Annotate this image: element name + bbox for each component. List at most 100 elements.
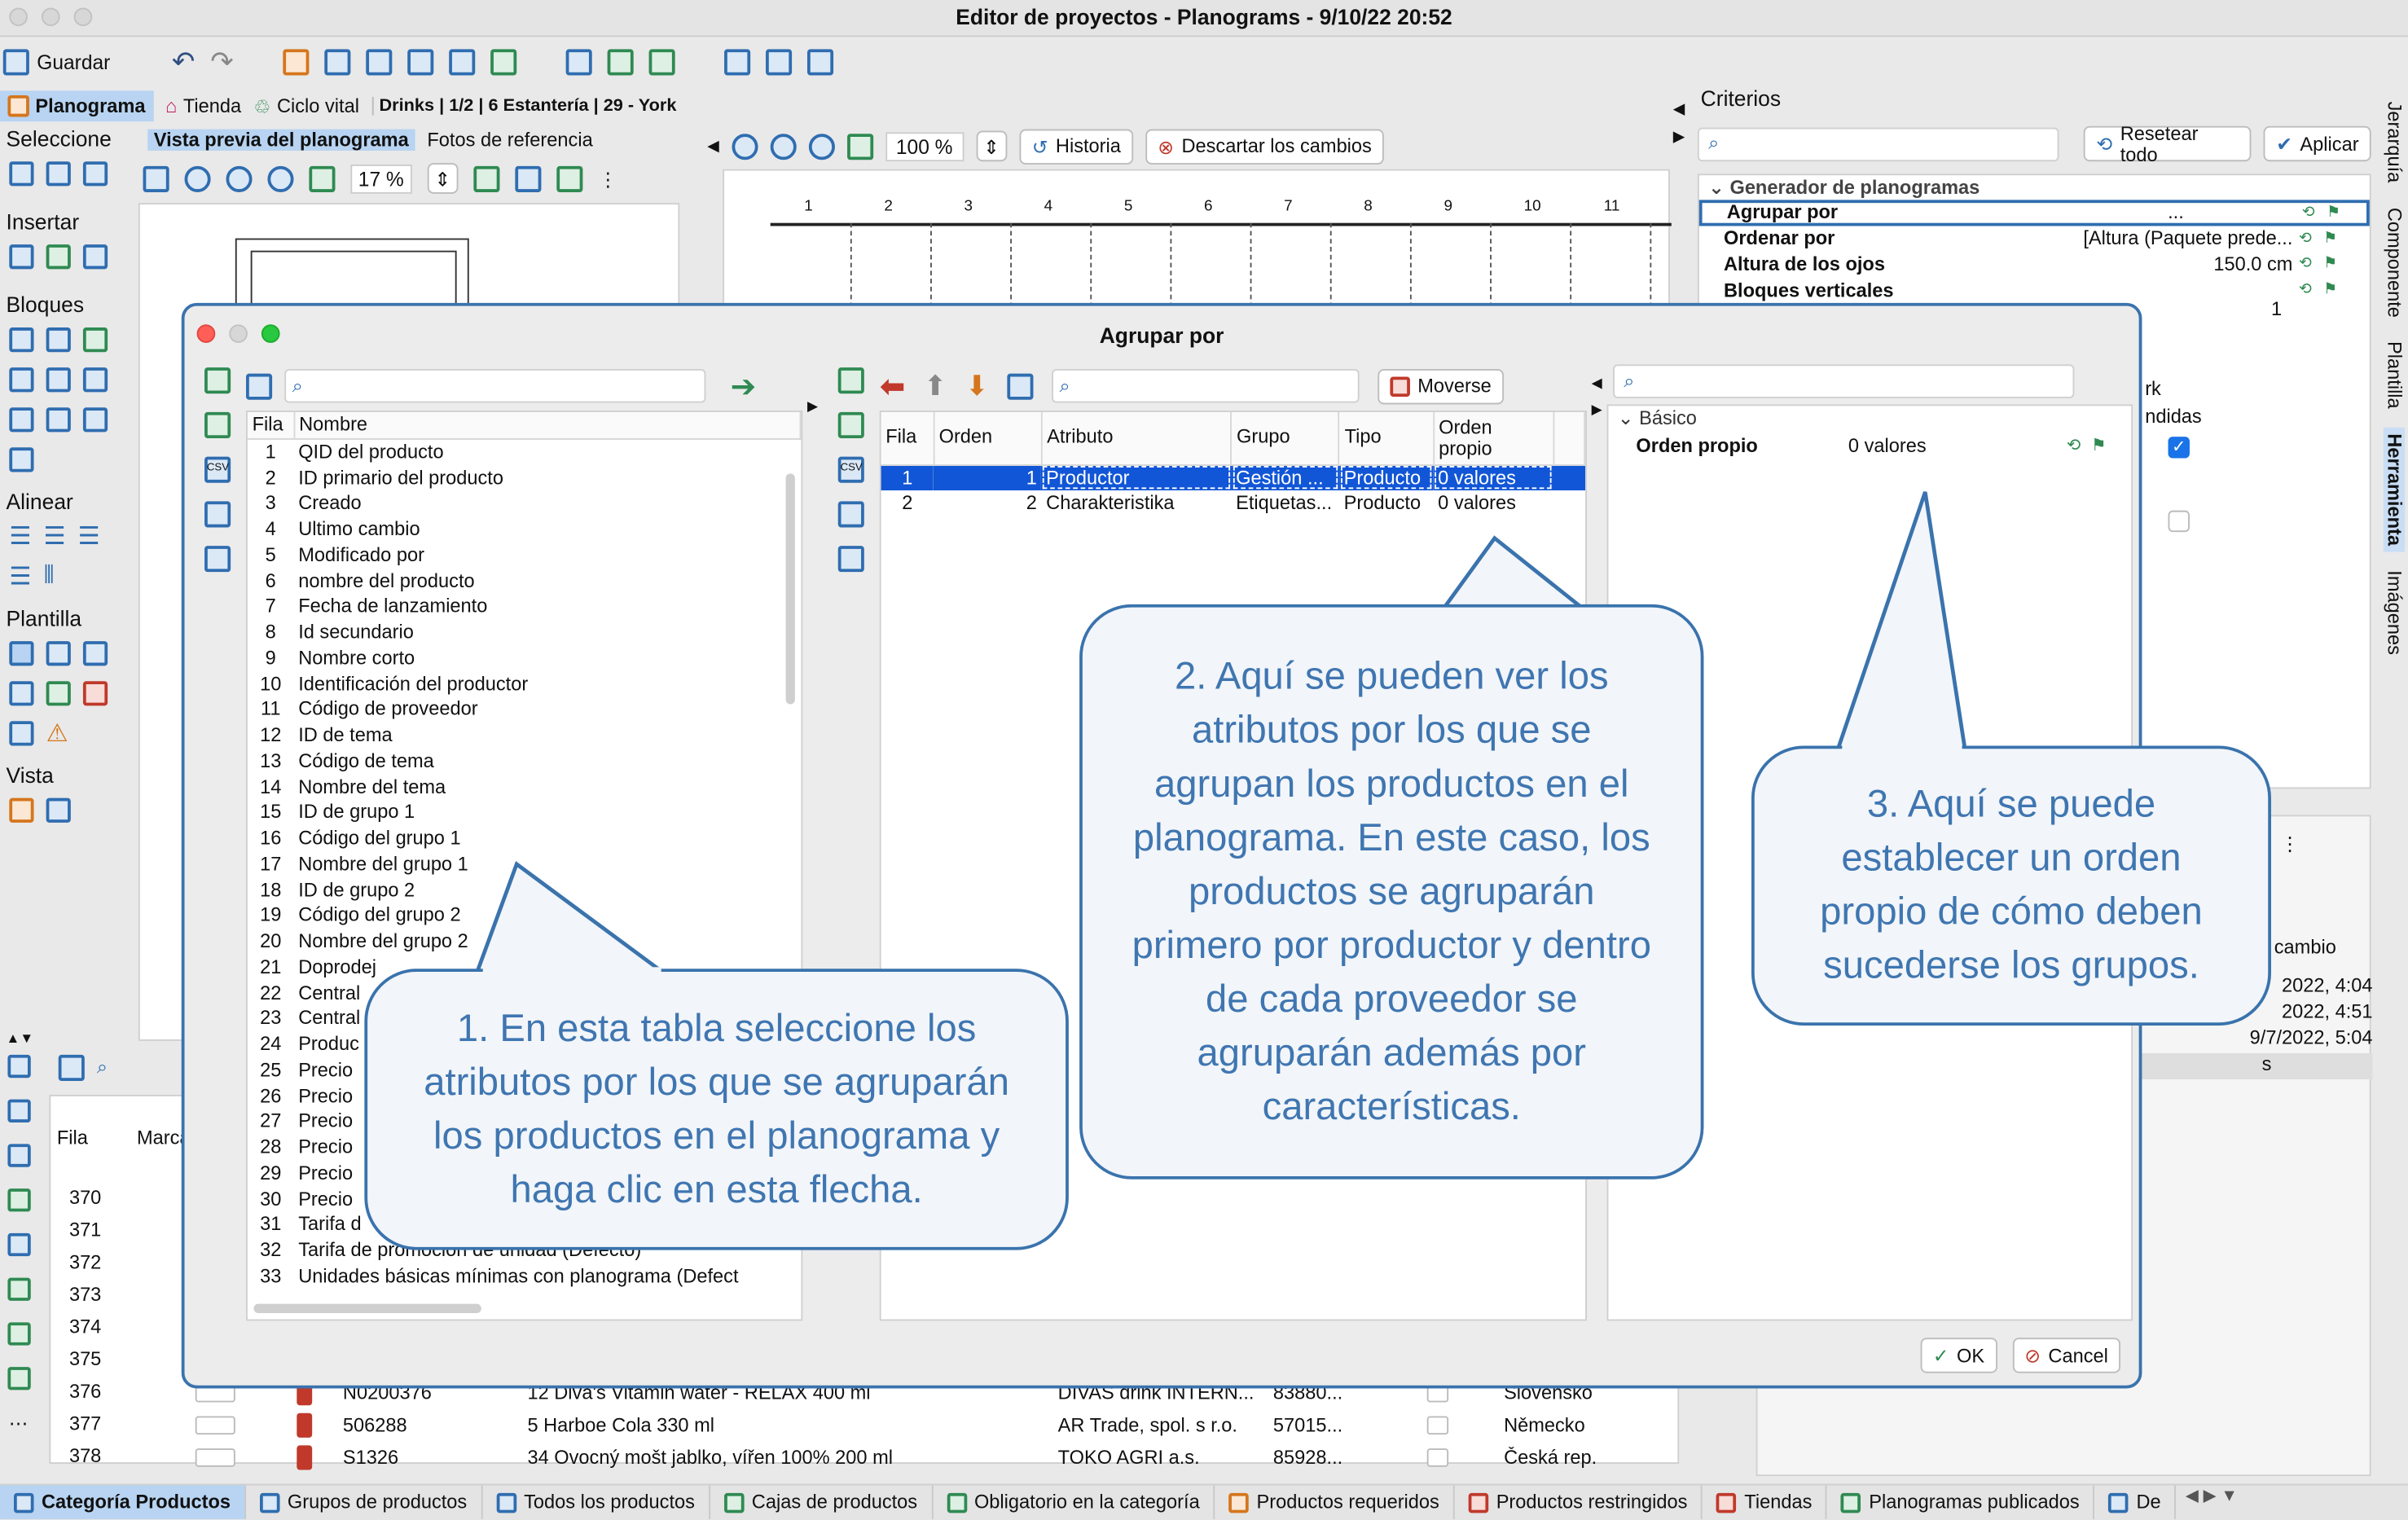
block-group-icon[interactable] xyxy=(82,407,108,433)
checkbox-checked[interactable]: ✓ xyxy=(2168,437,2190,459)
attribute-row[interactable]: 19 Código del grupo 2 xyxy=(248,903,801,929)
apply-button[interactable]: ✔ Aplicar xyxy=(2264,125,2371,162)
block-move-icon[interactable] xyxy=(9,367,34,393)
criterio-row[interactable]: Ordenar por [Altura (Paquete prede... ⟲ ⚑ xyxy=(1699,226,2370,252)
split-arrows-icon[interactable]: ▲▼ xyxy=(7,1030,34,1046)
attribute-row[interactable]: 7 Fecha de lanzamiento xyxy=(248,594,801,620)
zoom-fit-icon[interactable] xyxy=(267,165,294,192)
expand-right-icon[interactable]: ▶ xyxy=(1673,130,1685,147)
checkbox-unchecked[interactable] xyxy=(2168,510,2190,533)
criterio-pin-icon[interactable]: ⚑ xyxy=(2323,282,2337,299)
attribute-row[interactable]: 14 Nombre del tema xyxy=(248,774,801,800)
select-area-icon[interactable] xyxy=(46,161,71,187)
template-edit-icon[interactable] xyxy=(9,681,34,706)
col-fila-header[interactable]: Fila xyxy=(881,411,934,465)
criterio-pin-icon[interactable]: ⚑ xyxy=(2323,256,2337,273)
select-icon[interactable] xyxy=(9,161,34,187)
attribute-row[interactable]: 3 Creado xyxy=(248,491,801,517)
bottom-tab[interactable]: Todos los productos xyxy=(482,1485,710,1519)
attribute-row[interactable]: 4 Ultimo cambio xyxy=(248,516,801,543)
statistics-icon[interactable] xyxy=(204,546,231,573)
export-csv-icon[interactable]: CSV xyxy=(204,456,231,483)
main-zoom-extent-icon[interactable] xyxy=(846,133,873,160)
remove-arrow-button[interactable]: ⬅ xyxy=(880,367,906,405)
add-arrow-button[interactable]: ➔ xyxy=(731,367,757,405)
grouping-search-input[interactable]: ⌕ xyxy=(1052,369,1360,403)
attribute-row[interactable]: 8 Id secundario xyxy=(248,620,801,646)
attribute-row[interactable]: 5 Modificado por xyxy=(248,543,801,569)
move-up-button[interactable]: ⬆ xyxy=(924,370,947,402)
property-pin-icon[interactable]: ⚑ xyxy=(2091,435,2107,455)
more-icon[interactable]: ⋮ xyxy=(599,167,618,190)
columns-icon[interactable] xyxy=(607,49,634,76)
bottom-tab[interactable]: Obligatorio en la categoría xyxy=(933,1485,1215,1519)
criterio-reset-icon[interactable]: ⟲ xyxy=(2299,282,2312,299)
align-left-icon[interactable]: ☰ xyxy=(9,521,31,552)
col-orden-header[interactable]: Orden xyxy=(933,411,1043,465)
mid-export-icon[interactable] xyxy=(837,501,863,528)
criterios-search-input[interactable]: ⌕ xyxy=(1697,126,2060,161)
tool-copy-icon[interactable] xyxy=(7,1099,30,1122)
block-icon[interactable] xyxy=(9,327,34,353)
block-split-icon[interactable] xyxy=(46,327,71,353)
align-center-icon[interactable]: ☰ xyxy=(44,521,66,552)
save-button[interactable]: Guardar xyxy=(2,49,111,76)
attribute-row[interactable]: 18 ID de grupo 2 xyxy=(248,877,801,903)
tab-fotos[interactable]: Fotos de referencia xyxy=(415,130,605,151)
block-extra-icon[interactable] xyxy=(9,447,34,472)
grouping-row[interactable]: 2 2 Charakteristika Etiquetas... Producto 0 v… xyxy=(881,491,1585,517)
excel-icon[interactable] xyxy=(556,165,583,192)
main-zoom-out-icon[interactable] xyxy=(770,133,797,160)
camera-icon[interactable] xyxy=(407,49,434,76)
dialog-split-right-expand-icon[interactable]: ▶ xyxy=(1592,402,1602,419)
bottom-tab[interactable]: Productos restringidos xyxy=(1455,1485,1703,1519)
criterio-reset-icon[interactable]: ⟲ xyxy=(2299,230,2312,247)
criterio-reset-icon[interactable]: ⟲ xyxy=(2302,204,2315,222)
attribute-row[interactable]: 10 Identificación del productor xyxy=(248,671,801,697)
template-sync-icon[interactable] xyxy=(46,681,71,706)
align-right-icon[interactable]: ☰ xyxy=(78,521,100,552)
tool-flag-icon[interactable] xyxy=(7,1188,30,1212)
insert-excel-icon[interactable] xyxy=(46,244,71,270)
historia-button[interactable]: ↺ Historia xyxy=(1019,128,1134,165)
block-3d-icon[interactable] xyxy=(82,327,108,353)
dialog-split-left-icon[interactable]: ▶ xyxy=(807,398,818,415)
bottom-tab[interactable]: Tiendas xyxy=(1703,1485,1828,1519)
layout-icon[interactable] xyxy=(565,49,592,76)
mid-export-excel-icon[interactable] xyxy=(837,367,863,394)
tool-excel-icon[interactable] xyxy=(7,1277,30,1301)
product-row[interactable]: S1326 34 Ovocný mošt jablko, vířen 100% 2… xyxy=(189,1441,1665,1474)
tool-paste-icon[interactable] xyxy=(7,1144,30,1167)
side-tab[interactable]: Componente xyxy=(2384,201,2405,323)
zoom-main-field[interactable]: 100 % xyxy=(885,131,964,161)
property-search-input[interactable]: ⌕ xyxy=(1613,364,2075,398)
col-fila-header[interactable]: Fila xyxy=(247,411,295,440)
criterio-row[interactable]: Altura de los ojos 150.0 cm ⟲ ⚑ xyxy=(1699,252,2370,278)
block-resize-icon[interactable] xyxy=(82,367,108,393)
template-grid-icon[interactable] xyxy=(46,641,71,666)
attribute-scrollbar[interactable] xyxy=(785,473,795,705)
template-warning-icon[interactable]: ⚠ xyxy=(46,718,68,749)
move-down-button[interactable]: ⬇ xyxy=(965,370,988,402)
attribute-hscrollbar[interactable] xyxy=(253,1303,481,1314)
more-options-icon[interactable]: ⋮ xyxy=(2280,832,2300,854)
mid-export-csv-icon[interactable]: CSV xyxy=(837,456,863,483)
bottom-tab[interactable]: Productos requeridos xyxy=(1215,1485,1455,1519)
side-tab[interactable]: Plantilla xyxy=(2384,336,2405,415)
attribute-row[interactable]: 13 Código de tema xyxy=(248,749,801,775)
store-icon[interactable] xyxy=(648,49,675,76)
tab-tienda[interactable]: ⌂ Tienda xyxy=(165,95,241,116)
side-tab[interactable]: Imágenes xyxy=(2384,565,2405,661)
criterio-pin-icon[interactable]: ⚑ xyxy=(2327,204,2340,222)
zoom-out-icon[interactable] xyxy=(226,165,253,192)
package-icon[interactable] xyxy=(806,49,833,76)
open-external-icon[interactable] xyxy=(143,165,169,192)
select-all-icon[interactable] xyxy=(82,161,108,187)
view-tree-icon[interactable] xyxy=(46,797,71,823)
bottom-tab[interactable]: Planogramas publicados xyxy=(1827,1485,2095,1519)
col-atributo-header[interactable]: Atributo xyxy=(1041,411,1233,465)
dialog-split-right-icon[interactable]: ◀ xyxy=(1592,376,1602,393)
book-icon[interactable] xyxy=(366,49,393,76)
property-reset-icon[interactable]: ⟲ xyxy=(2067,435,2081,455)
distribute-vertical-icon[interactable]: ⦀ xyxy=(44,563,55,591)
